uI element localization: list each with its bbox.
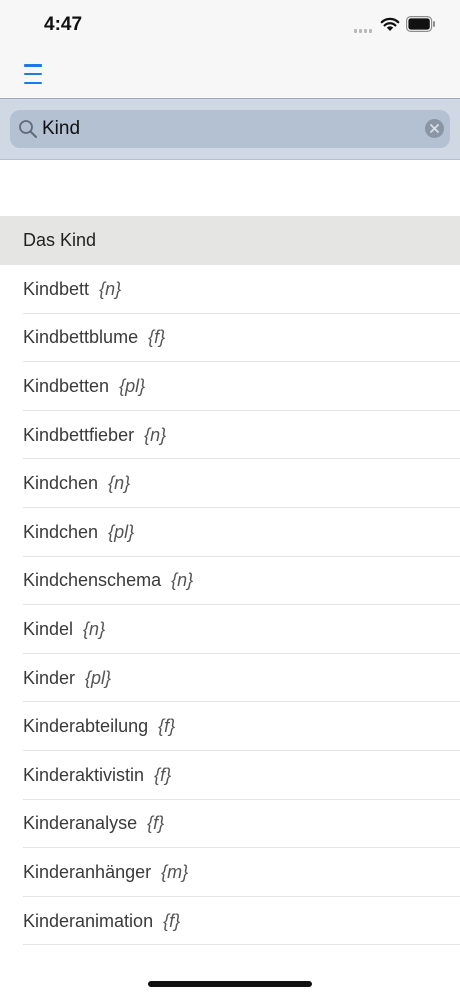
- hamburger-menu-icon[interactable]: [24, 64, 46, 84]
- word-label: Kindbettfieber: [23, 424, 135, 445]
- gender-label: {f}: [147, 813, 165, 834]
- gender-label: {pl}: [108, 521, 135, 542]
- gender-label: {pl}: [85, 667, 112, 688]
- list-item[interactable]: Kindbett {n}: [0, 265, 460, 314]
- word-label: Kindchen: [23, 521, 99, 542]
- results-header[interactable]: Das Kind: [0, 216, 460, 265]
- gender-label: {n}: [99, 278, 122, 299]
- list-item[interactable]: Kinder {pl}: [0, 654, 460, 703]
- cellular-signal-icon: [354, 25, 374, 33]
- search-bar: [0, 98, 460, 160]
- list-item[interactable]: Kindchenschema {n}: [0, 557, 460, 606]
- list-item[interactable]: Kindbettblume {f}: [0, 314, 460, 363]
- nav-bar: [0, 50, 460, 98]
- search-input[interactable]: [42, 116, 412, 142]
- list-item[interactable]: Kindbetten {pl}: [0, 362, 460, 411]
- magnifier-icon: [19, 120, 37, 138]
- list-item[interactable]: Kinderaktivistin {f}: [0, 751, 460, 800]
- clear-circle-icon[interactable]: [425, 119, 444, 138]
- wifi-icon: [380, 17, 400, 31]
- gender-label: {f}: [158, 716, 176, 737]
- word-label: Kinder: [23, 667, 76, 688]
- word-label: Kinderabteilung: [23, 716, 149, 737]
- gender-label: {f}: [154, 764, 172, 785]
- word-label: Kindbetten: [23, 375, 110, 396]
- gender-label: {f}: [163, 910, 181, 931]
- word-label: Kindbettblume: [23, 327, 139, 348]
- gender-label: {n}: [144, 424, 167, 445]
- gender-label: {f}: [148, 327, 166, 348]
- word-label: Kinderaktivistin: [23, 764, 145, 785]
- gender-label: {pl}: [119, 375, 146, 396]
- gender-label: {n}: [171, 570, 194, 591]
- gender-label: {n}: [108, 473, 131, 494]
- list-item[interactable]: Kinderanimation {f}: [0, 897, 460, 946]
- word-label: Kinderanhänger: [23, 861, 152, 882]
- word-label: Kindchen: [23, 473, 99, 494]
- word-label: Kinderanalyse: [23, 813, 138, 834]
- list-item[interactable]: Kindchen {pl}: [0, 508, 460, 557]
- gender-label: {n}: [83, 618, 106, 639]
- search-field[interactable]: [10, 110, 450, 148]
- word-label: Kinderanimation: [23, 910, 154, 931]
- battery-icon: [406, 16, 435, 32]
- list-item[interactable]: Kinderanalyse {f}: [0, 800, 460, 849]
- status-time: 4:47: [44, 14, 83, 35]
- list-item[interactable]: Kindchen {n}: [0, 459, 460, 508]
- status-bar: 4:47: [0, 0, 460, 50]
- list-item[interactable]: Kinderabteilung {f}: [0, 702, 460, 751]
- word-label: Kindel: [23, 618, 74, 639]
- results-list: Das Kind Kindbett {n} Kindbettblume {f} Ki…: [0, 216, 460, 945]
- list-item[interactable]: Kindel {n}: [0, 605, 460, 654]
- gender-label: {m}: [161, 861, 189, 882]
- home-indicator[interactable]: [148, 981, 312, 987]
- list-item[interactable]: Kindbettfieber {n}: [0, 411, 460, 460]
- app-screen: 4:47 Kind Das Kind Kindbett {n} Kindbett…: [0, 0, 460, 996]
- word-label: Kindbett: [23, 278, 90, 299]
- list-item[interactable]: Kinderanhänger {m}: [0, 848, 460, 897]
- word-label: Kindchenschema: [23, 570, 162, 591]
